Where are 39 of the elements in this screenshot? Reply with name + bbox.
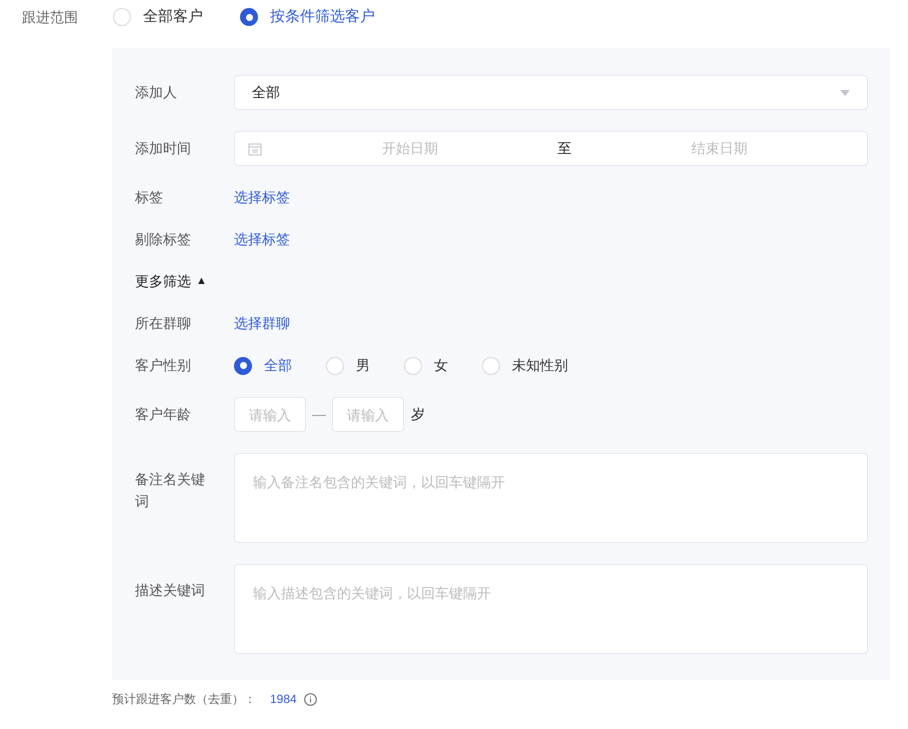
select-link[interactable]: 选择标签 xyxy=(234,229,290,250)
keyword-field[interactable]: 输入描述包含的关键词，以回车键隔开 xyxy=(234,564,868,654)
radio-label: 全部客户 xyxy=(143,6,203,27)
field-label: 标签 xyxy=(135,189,163,205)
range-separator: — xyxy=(312,405,326,424)
calendar-icon xyxy=(248,142,262,156)
radio-button[interactable] xyxy=(113,8,131,26)
field-label: 剔除标签 xyxy=(135,231,191,247)
radio-label: 未知性别 xyxy=(512,356,568,375)
field-label: 客户性别 xyxy=(135,357,191,373)
select-field[interactable]: 全部 xyxy=(234,75,868,110)
field-label: 备注名关键词 xyxy=(135,470,206,511)
select-link[interactable]: 选择标签 xyxy=(234,187,290,208)
field-label: 添加时间 xyxy=(135,140,191,156)
radio-label: 全部 xyxy=(264,356,292,375)
keyword-field[interactable]: 输入备注名包含的关键词，以回车键隔开 xyxy=(234,453,868,543)
radio-label: 女 xyxy=(434,356,448,375)
radio-button[interactable] xyxy=(234,356,252,374)
radio-button[interactable] xyxy=(240,8,258,26)
dropdown-caret-icon xyxy=(840,90,850,96)
field-label: 添加人 xyxy=(135,84,177,100)
field-label: 描述关键词 xyxy=(135,581,206,600)
min-age-field[interactable]: 请输入 xyxy=(234,397,306,432)
radio-button[interactable] xyxy=(326,356,344,374)
more-filters-toggle[interactable]: 更多筛选 ▲ xyxy=(135,271,207,292)
estimate-count: 1984 xyxy=(270,691,297,708)
estimate-label: 预计跟进客户数（去重）： xyxy=(112,691,256,708)
select-link[interactable]: 选择群聊 xyxy=(234,313,290,334)
radio-label: 男 xyxy=(356,356,370,375)
radio-label: 按条件筛选客户 xyxy=(270,6,375,27)
info-icon[interactable] xyxy=(304,692,317,706)
field-label: 所在群聊 xyxy=(135,315,191,331)
scope-label: 跟进范围 xyxy=(22,8,79,26)
radio-button[interactable] xyxy=(404,356,422,374)
unit-label: 岁 xyxy=(411,405,425,424)
radio-button[interactable] xyxy=(482,356,500,374)
date-range-field[interactable]: 开始日期 至 结束日期 xyxy=(234,131,868,166)
max-age-field[interactable]: 请输入 xyxy=(332,397,404,432)
field-label: 客户年龄 xyxy=(135,406,191,422)
